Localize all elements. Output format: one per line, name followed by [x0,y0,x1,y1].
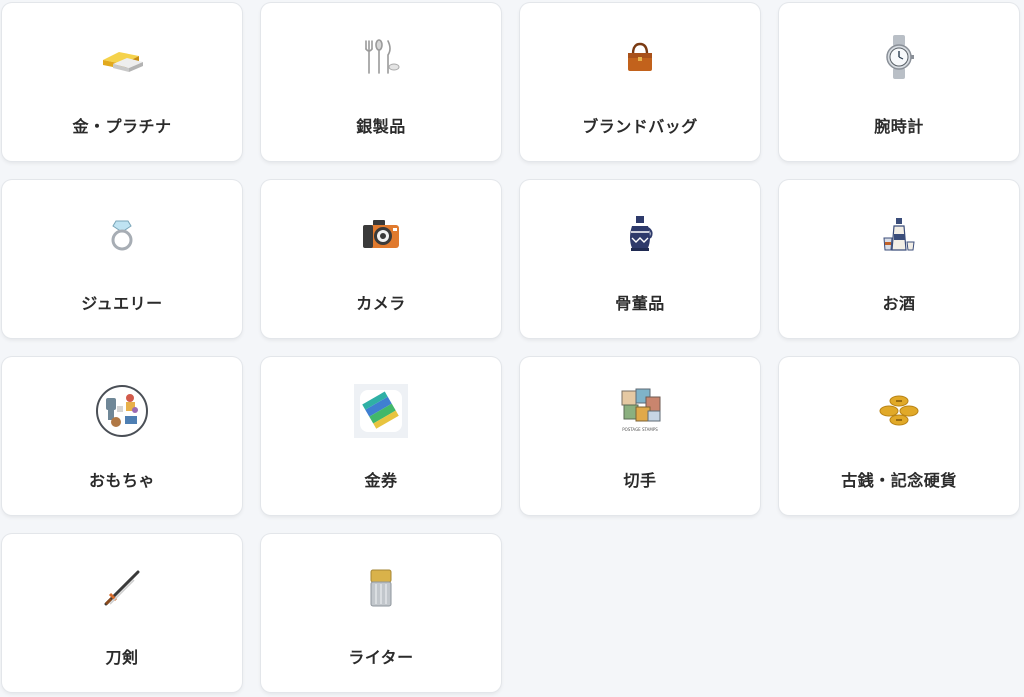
category-card-alcohol[interactable]: お酒 [779,180,1019,338]
category-card-silverware[interactable]: 銀製品 [261,3,501,161]
wristwatch-icon [871,29,927,85]
stamps-icon-caption: POSTAGE STAMPS [622,427,658,432]
category-card-coins[interactable]: 古銭・記念硬貨 [779,357,1019,515]
category-card-toys[interactable]: おもちゃ [2,357,242,515]
katana-icon [94,560,150,616]
silverware-icon [353,29,409,85]
category-card-stamps[interactable]: POSTAGE STAMPS 切手 [520,357,760,515]
category-label: 刀剣 [105,648,139,667]
category-label: 金・プラチナ [72,117,172,136]
category-card-jewelry[interactable]: ジュエリー [2,180,242,338]
category-label: 切手 [623,471,657,490]
category-label: お酒 [882,294,916,313]
category-grid: 金・プラチナ 銀製品 ブランドバッグ 腕時計 ジュエリー カメラ 骨董品 お酒 … [2,3,1019,692]
category-label: カメラ [356,294,406,313]
category-label: 骨董品 [615,294,665,313]
category-label: おもちゃ [88,471,155,490]
handbag-icon [612,29,668,85]
category-card-antiques[interactable]: 骨董品 [520,180,760,338]
antique-vase-icon [612,206,668,262]
category-label: 金券 [364,471,398,490]
category-label: ジュエリー [81,294,163,313]
category-card-camera[interactable]: カメラ [261,180,501,338]
category-label: ライター [348,648,414,667]
gift-cards-icon [353,383,409,439]
gold-bar-icon [94,29,150,85]
category-label: ブランドバッグ [582,117,698,136]
category-card-swords[interactable]: 刀剣 [2,534,242,692]
category-card-lighters[interactable]: ライター [261,534,501,692]
sake-bottles-icon [871,206,927,262]
toys-icon [94,383,150,439]
category-label: 銀製品 [356,117,406,136]
category-card-brand-bag[interactable]: ブランドバッグ [520,3,760,161]
lighter-icon [353,560,409,616]
stamps-icon: POSTAGE STAMPS [612,383,668,439]
camera-icon [353,206,409,262]
category-card-watch[interactable]: 腕時計 [779,3,1019,161]
coins-icon [871,383,927,439]
category-card-gift-cards[interactable]: 金券 [261,357,501,515]
category-label: 古銭・記念硬貨 [841,471,957,490]
category-card-gold-platinum[interactable]: 金・プラチナ [2,3,242,161]
ring-icon [94,206,150,262]
category-label: 腕時計 [874,117,924,136]
